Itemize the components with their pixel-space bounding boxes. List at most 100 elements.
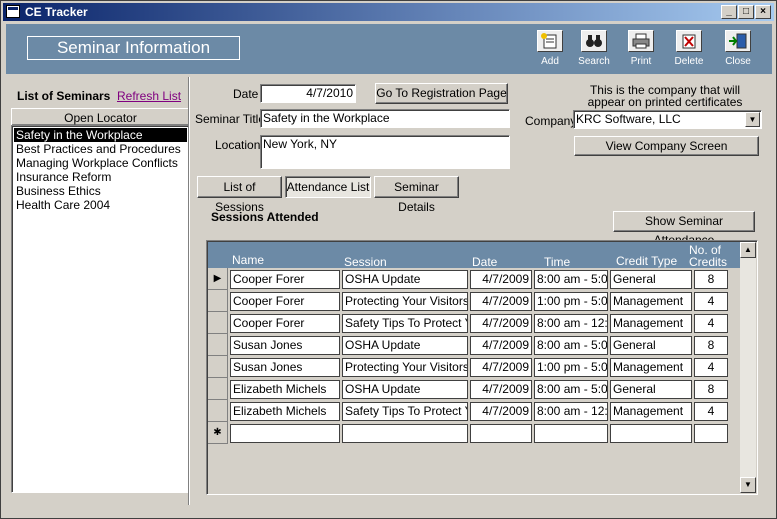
credit-type-cell[interactable]: Management (610, 358, 692, 377)
close-button[interactable]: Close (716, 30, 760, 72)
scroll-up-icon[interactable]: ▲ (740, 242, 756, 258)
table-row[interactable]: Elizabeth Michels OSHA Update 4/7/2009 8… (208, 378, 742, 400)
time-cell[interactable]: 8:00 am - 5:00 (534, 270, 608, 289)
table-row[interactable]: ▶ Cooper Forer OSHA Update 4/7/2009 8:00… (208, 268, 742, 290)
name-cell[interactable]: Cooper Forer (230, 270, 340, 289)
session-cell[interactable]: Protecting Your Visitors (342, 358, 468, 377)
column-session: Session (344, 255, 387, 269)
time-cell[interactable]: 8:00 am - 5:00 (534, 336, 608, 355)
attendance-grid: Name Session Date Time Credit Type No. o… (206, 240, 758, 495)
row-selector[interactable] (208, 378, 228, 400)
new-record-row[interactable]: ✱ (208, 422, 742, 444)
table-row[interactable]: Susan Jones OSHA Update 4/7/2009 8:00 am… (208, 334, 742, 356)
date-cell[interactable]: 4/7/2009 (470, 358, 532, 377)
session-cell[interactable]: OSHA Update (342, 270, 468, 289)
list-item[interactable]: Business Ethics (14, 184, 187, 198)
search-button[interactable]: Search (572, 30, 616, 72)
session-cell[interactable]: Safety Tips To Protect Yo (342, 402, 468, 421)
session-cell[interactable] (342, 424, 468, 443)
time-cell[interactable] (534, 424, 608, 443)
title-bar[interactable]: CE Tracker _ □ × (3, 3, 774, 21)
list-item[interactable]: Safety in the Workplace (14, 128, 187, 142)
credit-type-cell[interactable]: General (610, 380, 692, 399)
credits-cell[interactable]: 4 (694, 358, 728, 377)
date-cell[interactable]: 4/7/2009 (470, 314, 532, 333)
credits-cell[interactable]: 8 (694, 270, 728, 289)
view-company-button[interactable]: View Company Screen (574, 136, 759, 156)
session-cell[interactable]: Protecting Your Visitors (342, 292, 468, 311)
location-field[interactable]: New York, NY (260, 135, 510, 169)
list-item[interactable]: Insurance Reform (14, 170, 187, 184)
date-cell[interactable]: 4/7/2009 (470, 402, 532, 421)
time-cell[interactable]: 1:00 pm - 5:00 (534, 292, 608, 311)
name-cell[interactable]: Susan Jones (230, 336, 340, 355)
name-cell[interactable] (230, 424, 340, 443)
table-row[interactable]: Cooper Forer Protecting Your Visitors 4/… (208, 290, 742, 312)
delete-button[interactable]: Delete (667, 30, 711, 72)
credit-type-cell[interactable]: Management (610, 402, 692, 421)
maximize-button[interactable]: □ (738, 5, 754, 19)
table-row[interactable]: Susan Jones Protecting Your Visitors 4/7… (208, 356, 742, 378)
tab-seminar-details[interactable]: Seminar Details (374, 176, 459, 214)
list-item[interactable]: Health Care 2004 (14, 198, 187, 212)
tab-attendance-list[interactable]: Attendance List (285, 176, 371, 198)
time-cell[interactable]: 1:00 pm - 5:00 (534, 358, 608, 377)
list-item[interactable]: Managing Workplace Conflicts (14, 156, 187, 170)
chevron-down-icon[interactable]: ▼ (745, 112, 760, 127)
name-cell[interactable]: Cooper Forer (230, 292, 340, 311)
credit-type-cell[interactable]: General (610, 336, 692, 355)
tab-list-of-sessions[interactable]: List of Sessions (197, 176, 282, 214)
close-window-button[interactable]: × (755, 5, 771, 19)
row-selector[interactable] (208, 290, 228, 312)
date-cell[interactable]: 4/7/2009 (470, 336, 532, 355)
time-cell[interactable]: 8:00 am - 12:0 (534, 402, 608, 421)
name-cell[interactable]: Susan Jones (230, 358, 340, 377)
credits-cell[interactable] (694, 424, 728, 443)
name-cell[interactable]: Elizabeth Michels (230, 402, 340, 421)
session-cell[interactable]: OSHA Update (342, 336, 468, 355)
row-selector[interactable] (208, 312, 228, 334)
time-cell[interactable]: 8:00 am - 5:00 (534, 380, 608, 399)
date-field[interactable]: 4/7/2010 (260, 84, 356, 103)
credits-cell[interactable]: 4 (694, 402, 728, 421)
credits-cell[interactable]: 8 (694, 336, 728, 355)
print-button[interactable]: Print (619, 30, 663, 72)
credit-type-cell[interactable]: Management (610, 292, 692, 311)
name-cell[interactable]: Elizabeth Michels (230, 380, 340, 399)
credit-type-cell[interactable]: Management (610, 314, 692, 333)
column-name: Name (232, 253, 265, 267)
date-cell[interactable] (470, 424, 532, 443)
scroll-down-icon[interactable]: ▼ (740, 477, 756, 493)
credit-type-cell[interactable]: General (610, 270, 692, 289)
name-cell[interactable]: Cooper Forer (230, 314, 340, 333)
date-cell[interactable]: 4/7/2009 (470, 292, 532, 311)
table-row[interactable]: Elizabeth Michels Safety Tips To Protect… (208, 400, 742, 422)
session-cell[interactable]: Safety Tips To Protect Yo (342, 314, 468, 333)
session-cell[interactable]: OSHA Update (342, 380, 468, 399)
credits-cell[interactable]: 4 (694, 292, 728, 311)
go-to-registration-button[interactable]: Go To Registration Page (375, 83, 508, 104)
show-seminar-attendance-button[interactable]: Show Seminar Attendance (613, 211, 755, 247)
time-cell[interactable]: 8:00 am - 12:0 (534, 314, 608, 333)
current-record-icon[interactable]: ▶ (208, 268, 228, 290)
list-item[interactable]: Best Practices and Procedures (14, 142, 187, 156)
credits-cell[interactable]: 4 (694, 314, 728, 333)
seminar-title-field[interactable]: Safety in the Workplace (260, 109, 510, 128)
row-selector[interactable] (208, 400, 228, 422)
vertical-scrollbar[interactable]: ▲ ▼ (740, 242, 756, 493)
seminar-list[interactable]: Safety in the Workplace Best Practices a… (11, 125, 190, 493)
date-cell[interactable]: 4/7/2009 (470, 270, 532, 289)
date-cell[interactable]: 4/7/2009 (470, 380, 532, 399)
table-row[interactable]: Cooper Forer Safety Tips To Protect Yo 4… (208, 312, 742, 334)
credit-type-cell[interactable] (610, 424, 692, 443)
open-locator-button[interactable]: Open Locator (11, 108, 190, 126)
credits-cell[interactable]: 8 (694, 380, 728, 399)
new-record-icon[interactable]: ✱ (208, 422, 228, 444)
add-button[interactable]: Add (528, 30, 572, 72)
row-selector[interactable] (208, 334, 228, 356)
row-selector[interactable] (208, 356, 228, 378)
company-note: This is the company that will appear on … (587, 83, 743, 109)
refresh-list-link[interactable]: Refresh List (117, 89, 181, 103)
company-select[interactable]: KRC Software, LLC ▼ (573, 110, 762, 129)
minimize-button[interactable]: _ (721, 5, 737, 19)
